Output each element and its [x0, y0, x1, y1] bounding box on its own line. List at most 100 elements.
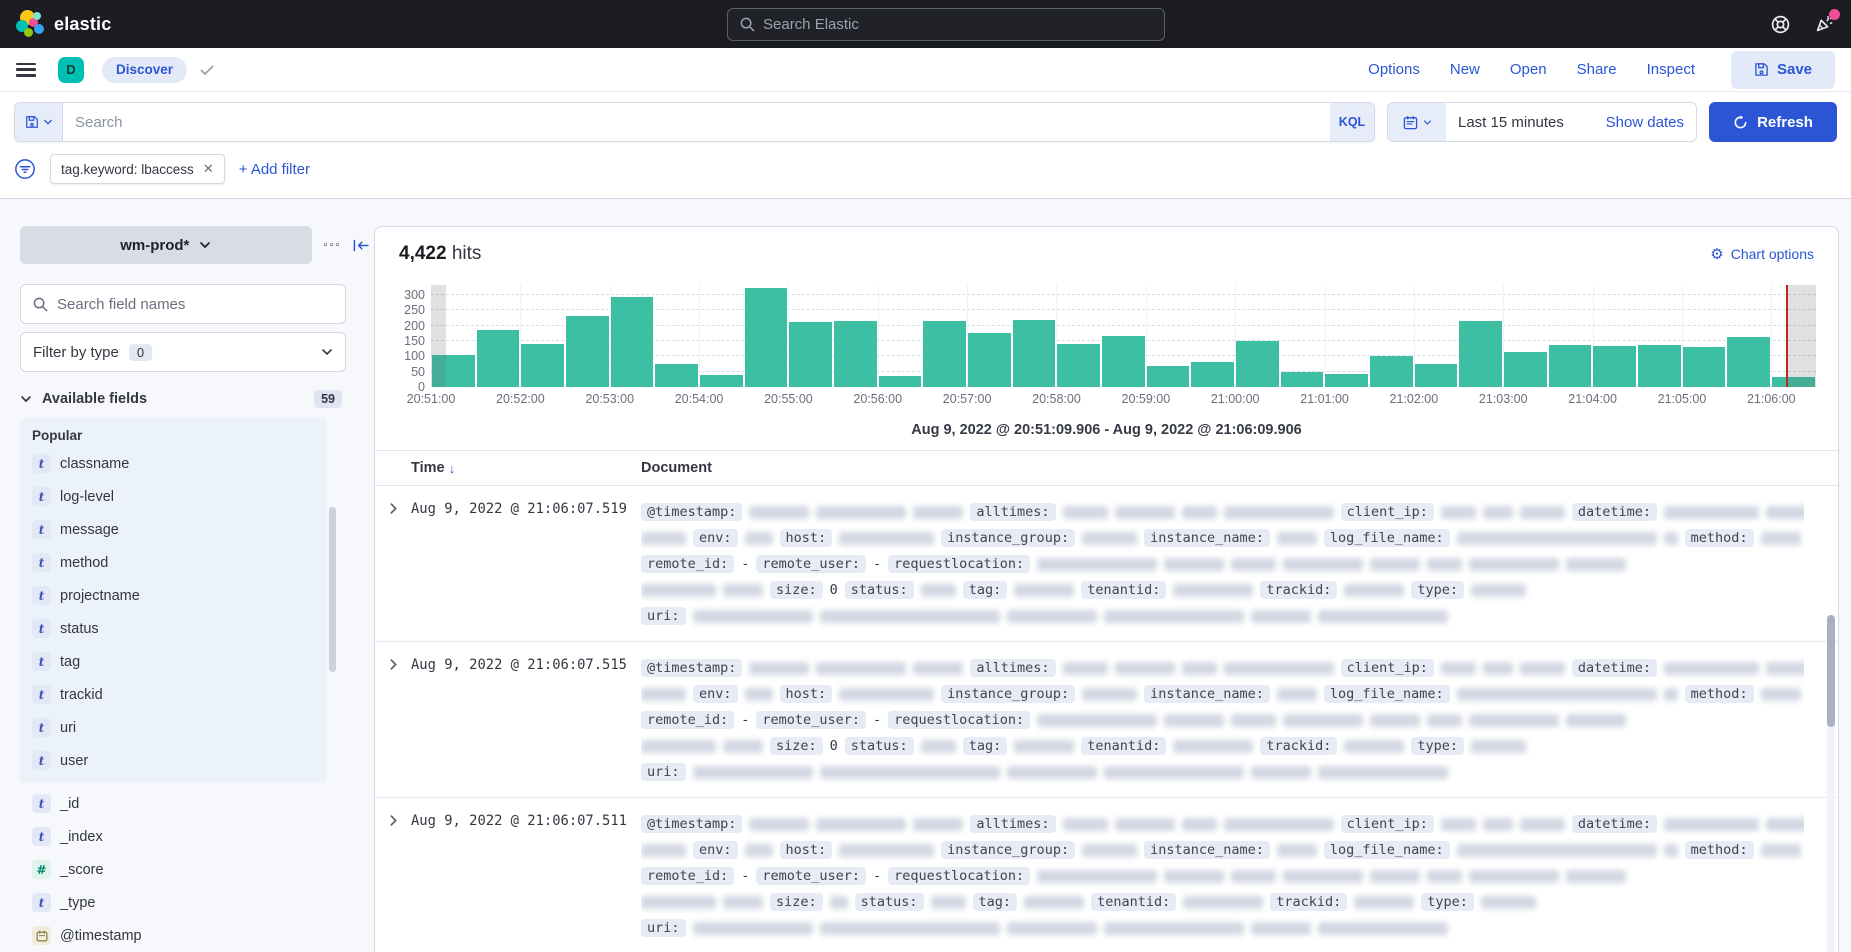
time-range-value[interactable]: Last 15 minutes: [1446, 114, 1606, 131]
histogram-bar[interactable]: [789, 322, 832, 387]
histogram-bar[interactable]: [1281, 372, 1324, 387]
field-name-chip[interactable]: client_ip:: [1341, 815, 1434, 833]
query-input[interactable]: Search: [63, 103, 1330, 141]
field-name-chip[interactable]: tag:: [963, 737, 1008, 755]
chart-plot-area[interactable]: [431, 285, 1816, 387]
histogram-bar[interactable]: [1727, 337, 1770, 387]
field-name-chip[interactable]: alltimes:: [970, 659, 1055, 677]
field-name-chip[interactable]: @timestamp:: [641, 659, 742, 677]
field-name-chip[interactable]: client_ip:: [1341, 659, 1434, 677]
table-scrollbar-thumb[interactable]: [1827, 615, 1835, 727]
field-item-tag[interactable]: ttag: [20, 645, 326, 678]
field-name-chip[interactable]: status:: [855, 893, 924, 911]
histogram-bar[interactable]: [1683, 347, 1726, 387]
toolbar-link-share[interactable]: Share: [1577, 61, 1617, 78]
field-name-chip[interactable]: instance_name:: [1144, 529, 1270, 547]
field-name-chip[interactable]: remote_id:: [641, 555, 734, 573]
collapse-sidebar-icon[interactable]: [353, 238, 370, 253]
field-name-chip[interactable]: uri:: [641, 919, 686, 937]
histogram-bar[interactable]: [1593, 346, 1636, 387]
histogram-bar[interactable]: [1236, 341, 1279, 387]
field-item-method[interactable]: tmethod: [20, 546, 326, 579]
histogram-bar[interactable]: [566, 316, 609, 387]
histogram-bar[interactable]: [879, 376, 922, 387]
field-item-_type[interactable]: t_type: [20, 886, 326, 919]
histogram-bar[interactable]: [1638, 345, 1681, 387]
field-name-chip[interactable]: type:: [1411, 581, 1464, 599]
field-name-chip[interactable]: size:: [770, 581, 823, 599]
field-name-chip[interactable]: env:: [693, 841, 738, 859]
field-name-chip[interactable]: remote_user:: [756, 867, 866, 885]
save-button[interactable]: Save: [1731, 51, 1835, 89]
global-search-input[interactable]: Search Elastic: [727, 8, 1165, 41]
field-name-chip[interactable]: @timestamp:: [641, 503, 742, 521]
histogram-bar[interactable]: [1549, 345, 1592, 387]
field-item-_id[interactable]: t_id: [20, 787, 326, 820]
histogram-bar[interactable]: [700, 375, 743, 387]
help-icon[interactable]: [1769, 13, 1791, 35]
field-name-chip[interactable]: remote_id:: [641, 867, 734, 885]
field-name-chip[interactable]: log_file_name:: [1324, 841, 1450, 859]
check-icon[interactable]: [199, 62, 215, 78]
field-name-chip[interactable]: datetime:: [1572, 815, 1657, 833]
table-scrollbar[interactable]: [1827, 615, 1835, 952]
show-dates-link[interactable]: Show dates: [1606, 114, 1696, 131]
toolbar-link-options[interactable]: Options: [1368, 61, 1420, 78]
expand-row-icon[interactable]: [375, 655, 411, 785]
field-name-chip[interactable]: method:: [1685, 529, 1754, 547]
available-fields-toggle[interactable]: Available fields 59: [20, 390, 342, 408]
field-name-chip[interactable]: host:: [780, 529, 833, 547]
field-item-message[interactable]: tmessage: [20, 513, 326, 546]
histogram-bars[interactable]: [431, 285, 1816, 387]
histogram-bar[interactable]: [611, 297, 654, 387]
filter-pill[interactable]: tag.keyword: lbaccess ✕: [50, 154, 225, 184]
menu-icon[interactable]: [16, 63, 36, 77]
histogram-bar[interactable]: [1325, 374, 1368, 387]
histogram-bar[interactable]: [745, 288, 788, 387]
histogram-bar[interactable]: [1102, 336, 1145, 387]
field-name-chip[interactable]: instance_group:: [941, 685, 1075, 703]
field-name-chip[interactable]: size:: [770, 737, 823, 755]
field-name-chip[interactable]: alltimes:: [970, 815, 1055, 833]
add-filter-link[interactable]: + Add filter: [239, 161, 310, 178]
field-name-chip[interactable]: log_file_name:: [1324, 529, 1450, 547]
field-name-chip[interactable]: tag:: [963, 581, 1008, 599]
field-name-chip[interactable]: requestlocation:: [888, 555, 1030, 573]
field-name-chip[interactable]: trackid:: [1260, 581, 1337, 599]
field-name-chip[interactable]: instance_name:: [1144, 685, 1270, 703]
space-avatar[interactable]: D: [58, 57, 84, 83]
field-settings-icon[interactable]: ▫▫▫: [324, 239, 342, 251]
histogram-bar[interactable]: [1459, 321, 1502, 387]
expand-row-icon[interactable]: [375, 811, 411, 941]
field-name-chip[interactable]: method:: [1685, 685, 1754, 703]
histogram-bar[interactable]: [477, 330, 520, 387]
histogram-bar[interactable]: [1013, 320, 1056, 387]
field-name-chip[interactable]: env:: [693, 685, 738, 703]
newsfeed-icon[interactable]: [1813, 13, 1835, 35]
field-item-user[interactable]: tuser: [20, 744, 326, 777]
time-column-header[interactable]: Time ↓: [411, 460, 641, 476]
field-name-chip[interactable]: alltimes:: [970, 503, 1055, 521]
field-name-chip[interactable]: tag:: [973, 893, 1018, 911]
field-item-uri[interactable]: turi: [20, 711, 326, 744]
histogram-bar[interactable]: [1415, 364, 1458, 387]
kql-language-button[interactable]: KQL: [1330, 103, 1374, 141]
sidebar-scrollbar-thumb[interactable]: [329, 507, 336, 672]
field-name-chip[interactable]: env:: [693, 529, 738, 547]
field-name-chip[interactable]: instance_group:: [941, 529, 1075, 547]
field-name-chip[interactable]: requestlocation:: [888, 711, 1030, 729]
field-name-chip[interactable]: type:: [1421, 893, 1474, 911]
field-item-classname[interactable]: tclassname: [20, 447, 326, 480]
field-name-chip[interactable]: client_ip:: [1341, 503, 1434, 521]
histogram-bar[interactable]: [521, 344, 564, 387]
elastic-logo[interactable]: elastic: [16, 10, 111, 38]
field-name-chip[interactable]: status:: [845, 737, 914, 755]
field-item-log-level[interactable]: tlog-level: [20, 480, 326, 513]
field-item-_score[interactable]: #_score: [20, 853, 326, 886]
histogram-bar[interactable]: [1370, 356, 1413, 387]
histogram-bar[interactable]: [655, 364, 698, 387]
histogram-bar[interactable]: [1504, 352, 1547, 387]
histogram-bar[interactable]: [923, 321, 966, 387]
field-name-chip[interactable]: requestlocation:: [888, 867, 1030, 885]
field-name-chip[interactable]: log_file_name:: [1324, 685, 1450, 703]
